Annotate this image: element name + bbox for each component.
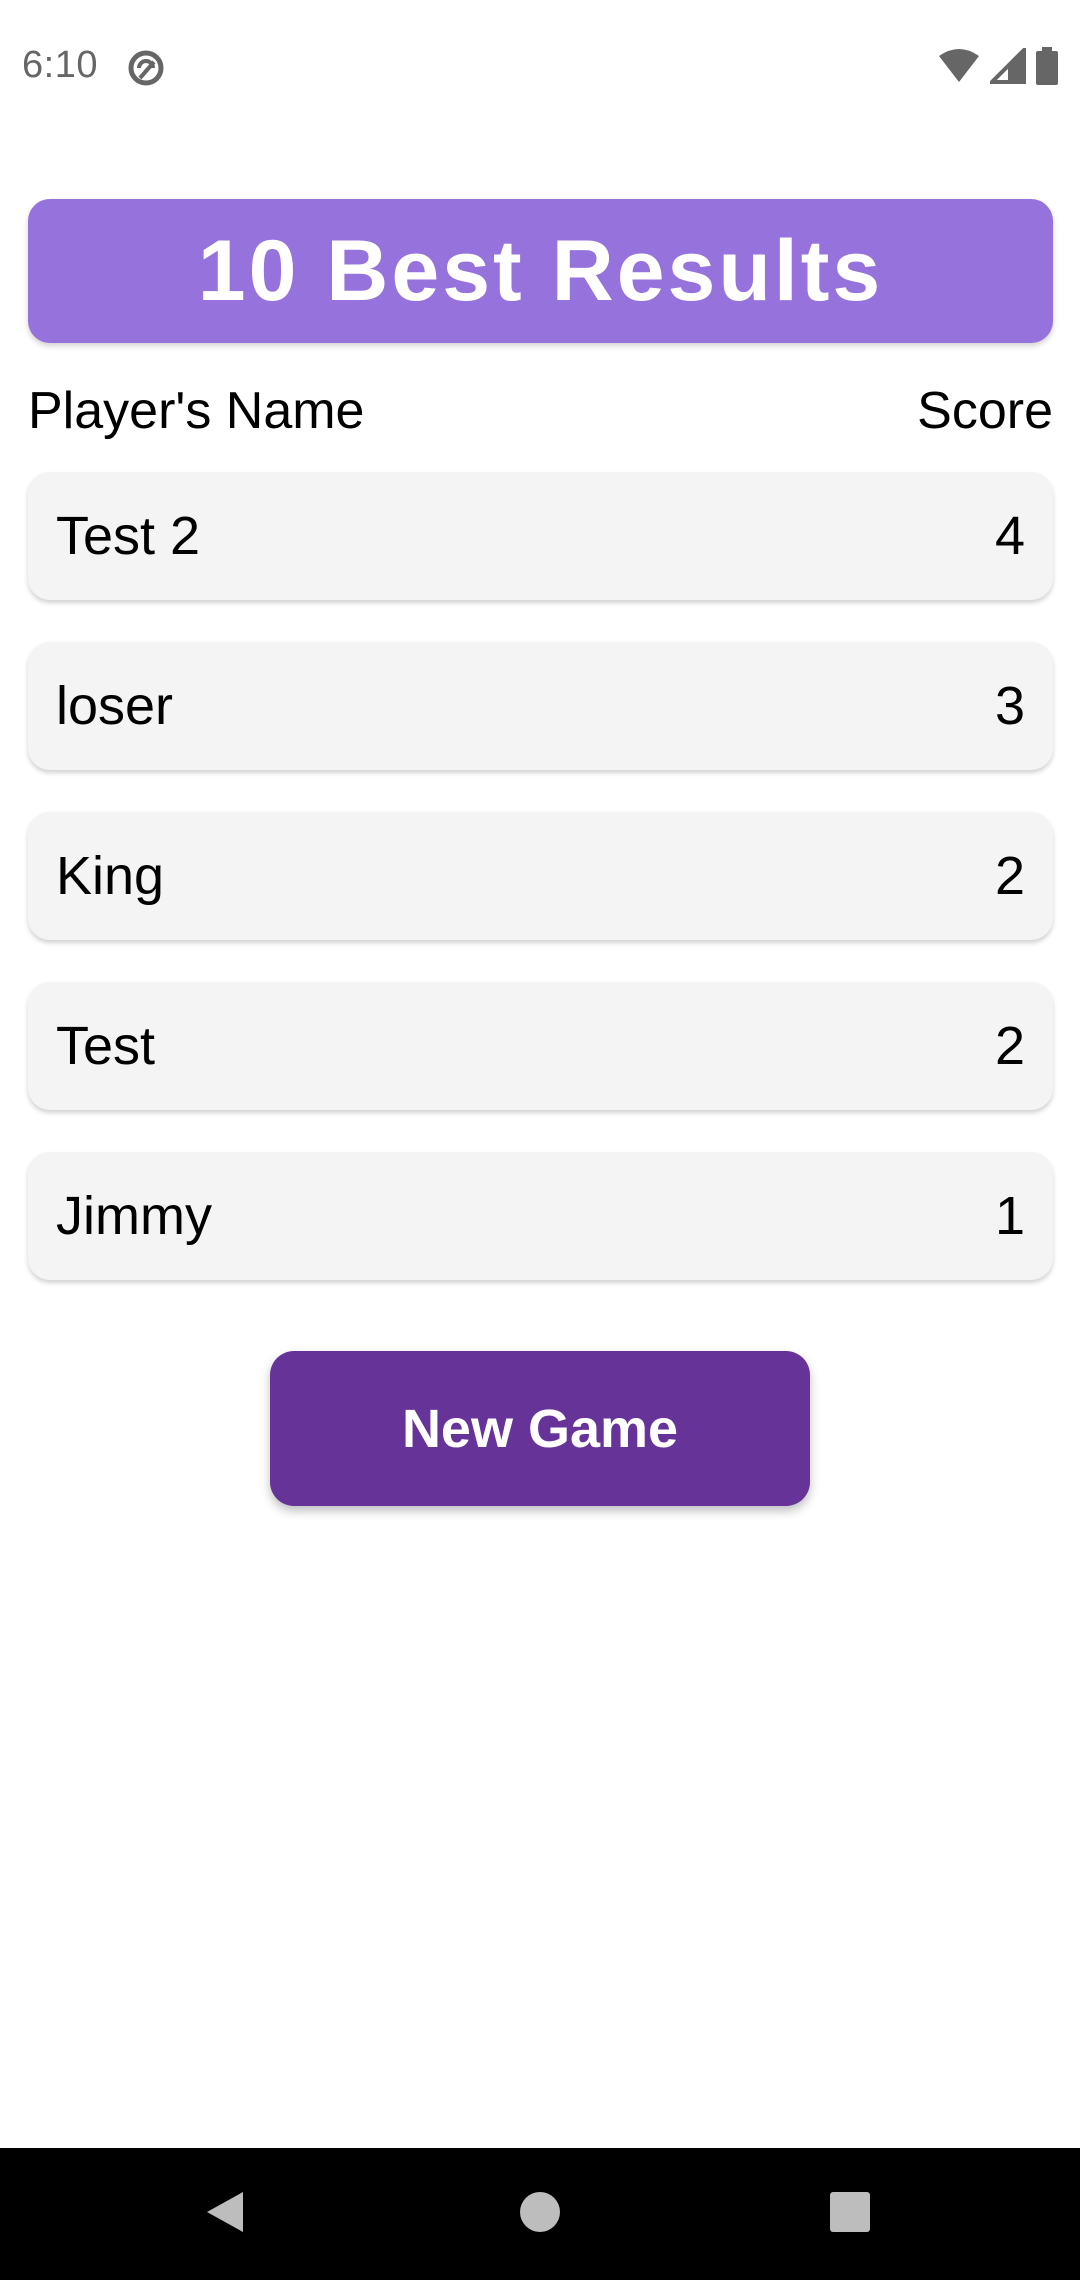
- recents-icon: [829, 2191, 871, 2238]
- results-list: Test 2 4 loser 3 King 2 Test 2 Jimmy 1: [28, 472, 1053, 1322]
- player-name: Test: [56, 1016, 156, 1076]
- player-score: 1: [994, 1186, 1025, 1246]
- status-time: 6:10: [22, 44, 98, 86]
- player-score: 2: [994, 1016, 1025, 1076]
- back-icon: [203, 2188, 247, 2241]
- player-name: loser: [56, 676, 174, 736]
- new-game-label: New Game: [401, 1398, 679, 1459]
- player-name: King: [56, 846, 165, 906]
- column-headers: Player's Name Score: [28, 378, 1053, 444]
- back-button[interactable]: [185, 2174, 265, 2254]
- new-game-button[interactable]: New Game: [270, 1351, 810, 1506]
- wifi-icon: [938, 48, 980, 89]
- home-icon: [518, 2190, 562, 2239]
- page-title: 10 Best Results: [197, 222, 884, 319]
- result-row: King 2: [28, 812, 1053, 940]
- home-button[interactable]: [500, 2174, 580, 2254]
- cellular-signal-icon: [987, 44, 1026, 89]
- result-row: Test 2: [28, 982, 1053, 1110]
- recents-button[interactable]: [810, 2174, 890, 2254]
- navigation-bar: [0, 2148, 1080, 2280]
- app-notification-icon: [126, 48, 166, 88]
- status-bar: 6:10: [0, 0, 1080, 136]
- player-name: Test 2: [56, 506, 201, 566]
- player-score: 2: [994, 846, 1025, 906]
- column-header-name: Player's Name: [28, 382, 365, 440]
- column-header-score: Score: [917, 382, 1053, 440]
- battery-icon: [1036, 46, 1058, 90]
- status-icons: [938, 44, 1058, 90]
- result-row: loser 3: [28, 642, 1053, 770]
- result-row: Test 2 4: [28, 472, 1053, 600]
- player-score: 4: [994, 506, 1025, 566]
- title-banner: 10 Best Results: [28, 199, 1053, 343]
- player-name: Jimmy: [56, 1186, 212, 1246]
- player-score: 3: [994, 676, 1025, 736]
- result-row: Jimmy 1: [28, 1152, 1053, 1280]
